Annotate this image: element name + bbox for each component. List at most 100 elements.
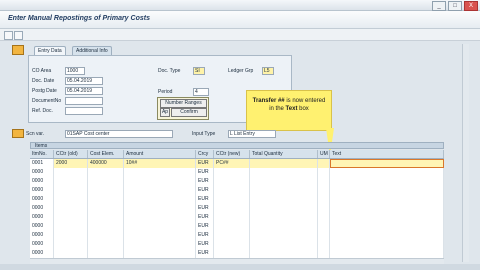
col-item-no[interactable]: ItmNo. [30, 150, 54, 158]
table-cell[interactable] [330, 231, 444, 240]
col-amount[interactable]: Amount [124, 150, 196, 158]
table-cell[interactable] [124, 168, 196, 177]
table-cell[interactable] [88, 177, 124, 186]
table-cell[interactable] [318, 159, 330, 168]
table-cell[interactable] [250, 168, 318, 177]
table-cell[interactable] [124, 213, 196, 222]
table-cell[interactable]: EUR [196, 168, 214, 177]
table-cell[interactable] [318, 213, 330, 222]
table-cell[interactable] [250, 186, 318, 195]
table-cell[interactable] [318, 204, 330, 213]
save-icon[interactable] [14, 31, 23, 40]
maximize-button[interactable]: □ [448, 1, 462, 11]
table-cell[interactable] [330, 204, 444, 213]
table-cell[interactable] [88, 213, 124, 222]
table-cell[interactable] [330, 222, 444, 231]
table-cell[interactable] [54, 231, 88, 240]
number-ranges-button[interactable]: Number Ranges [160, 99, 207, 108]
table-cell[interactable] [250, 213, 318, 222]
table-cell[interactable] [54, 213, 88, 222]
table-cell[interactable] [318, 186, 330, 195]
doc-date-field[interactable]: 05.04.2019 [65, 77, 103, 85]
close-button[interactable]: X [464, 1, 478, 11]
table-cell[interactable] [250, 195, 318, 204]
table-cell[interactable]: 10## [124, 159, 196, 168]
table-cell[interactable] [250, 240, 318, 249]
table-cell[interactable] [318, 177, 330, 186]
table-cell[interactable] [54, 195, 88, 204]
table-cell[interactable]: EUR [196, 249, 214, 258]
table-cell[interactable] [88, 240, 124, 249]
table-cell[interactable] [318, 195, 330, 204]
table-cell[interactable] [214, 249, 250, 258]
table-cell[interactable] [250, 204, 318, 213]
table-cell[interactable]: EUR [196, 177, 214, 186]
table-cell[interactable] [88, 204, 124, 213]
table-cell[interactable]: 400000 [88, 159, 124, 168]
table-cell[interactable] [318, 249, 330, 258]
table-cell[interactable] [214, 213, 250, 222]
ap-button[interactable]: Ap [160, 108, 170, 117]
table-cell[interactable] [250, 249, 318, 258]
table-cell[interactable] [54, 249, 88, 258]
table-cell[interactable]: EUR [196, 159, 214, 168]
table-cell[interactable] [124, 231, 196, 240]
table-cell[interactable] [250, 177, 318, 186]
table-cell[interactable] [318, 222, 330, 231]
col-cctr-old[interactable]: CCtr (old) [54, 150, 88, 158]
col-unit[interactable]: UM [318, 150, 330, 158]
table-cell[interactable] [88, 168, 124, 177]
table-cell[interactable] [214, 168, 250, 177]
table-cell[interactable] [124, 186, 196, 195]
confirm-button[interactable]: Confirm [171, 108, 207, 117]
tab-entry-data[interactable]: Entry Data [34, 46, 66, 55]
table-cell[interactable] [214, 222, 250, 231]
table-cell[interactable] [54, 204, 88, 213]
table-cell[interactable] [330, 213, 444, 222]
table-cell[interactable] [214, 204, 250, 213]
table-cell[interactable] [124, 249, 196, 258]
table-cell[interactable]: EUR [196, 240, 214, 249]
table-cell[interactable] [124, 177, 196, 186]
table-cell[interactable] [124, 240, 196, 249]
posting-date-field[interactable]: 05.04.2019 [65, 87, 103, 95]
ledger-group-field[interactable]: L5 [262, 67, 274, 75]
table-cell[interactable] [330, 240, 444, 249]
table-cell[interactable] [330, 249, 444, 258]
table-cell[interactable] [214, 240, 250, 249]
table-cell[interactable] [214, 186, 250, 195]
table-cell[interactable]: EUR [196, 231, 214, 240]
table-cell[interactable] [250, 159, 318, 168]
table-cell[interactable] [54, 177, 88, 186]
table-cell[interactable] [330, 159, 444, 168]
table-cell[interactable]: EUR [196, 186, 214, 195]
table-cell[interactable]: EUR [196, 195, 214, 204]
table-cell[interactable] [330, 186, 444, 195]
table-cell[interactable] [214, 195, 250, 204]
table-cell[interactable] [330, 177, 444, 186]
col-total-quantity[interactable]: Total Quantity [250, 150, 318, 158]
input-type-select[interactable]: L List Entry [228, 130, 276, 138]
table-cell[interactable] [88, 231, 124, 240]
folder-icon[interactable] [12, 129, 24, 138]
col-text[interactable]: Text [330, 150, 444, 158]
document-no-field[interactable] [65, 97, 103, 105]
table-cell[interactable] [54, 186, 88, 195]
folder-icon[interactable] [12, 45, 24, 55]
period-field[interactable]: 4 [193, 88, 209, 96]
table-cell[interactable] [124, 222, 196, 231]
table-cell[interactable] [318, 231, 330, 240]
vertical-scrollbar[interactable] [462, 44, 469, 262]
table-cell[interactable]: EUR [196, 213, 214, 222]
table-cell[interactable] [214, 231, 250, 240]
col-cost-element[interactable]: Cost Elem. [88, 150, 124, 158]
table-cell[interactable] [88, 222, 124, 231]
tab-additional-info[interactable]: Additional Info [72, 46, 112, 55]
co-area-field[interactable]: 1000 [65, 67, 85, 75]
ref-doc-field[interactable] [65, 107, 103, 115]
minimize-button[interactable]: _ [432, 1, 446, 11]
table-cell[interactable] [214, 177, 250, 186]
table-cell[interactable]: 2000 [54, 159, 88, 168]
scenario-select[interactable]: 01SAP Cost center [65, 130, 173, 138]
table-cell[interactable] [88, 195, 124, 204]
